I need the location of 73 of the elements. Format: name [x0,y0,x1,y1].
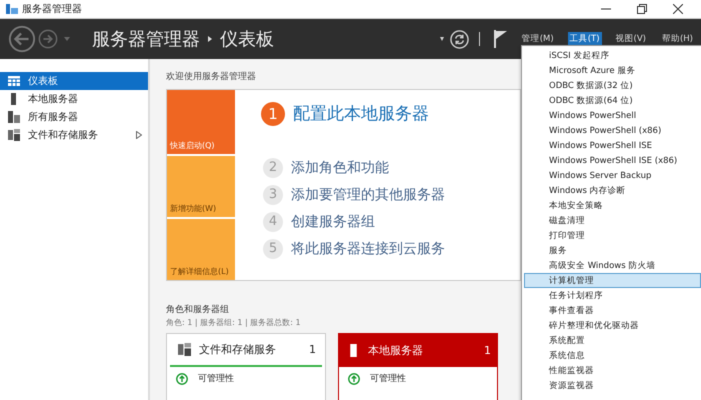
menu-item[interactable]: 工具(T) [568,32,602,46]
role-card[interactable]: 文件和存储服务 1 可管理性 [166,333,326,400]
menu-item[interactable]: 打印管理 [524,228,701,243]
step-link[interactable]: 配置此本地服务器 [293,102,429,125]
caret-icon[interactable] [440,37,444,41]
menu-item[interactable]: Windows PowerShell [524,108,701,123]
card-title: 本地服务器 [368,343,423,358]
menu-item[interactable]: 计算机管理 [524,273,701,288]
menu-item[interactable]: 系统配置 [524,333,701,348]
storage-icon [8,129,20,141]
close-icon[interactable] [673,4,683,14]
tile[interactable]: 新增功能(W) [167,156,235,217]
step-link[interactable]: 添加要管理的其他服务器 [291,186,445,204]
menu-item[interactable]: 管理(M) [520,32,556,46]
menu-item[interactable]: 任务计划程序 [524,288,701,303]
menu-item[interactable]: Windows Server Backup [524,168,701,183]
section-title: 角色和服务器组 [166,304,229,316]
menu-item[interactable]: 碎片整理和优化驱动器 [524,318,701,333]
restore-icon[interactable] [637,4,647,14]
up-arrow-icon [176,372,188,384]
card-count: 1 [484,344,491,357]
sidebar-item[interactable]: 仪表板 [0,72,148,90]
menu-item[interactable]: iSCSI 发起程序 [524,48,701,63]
grid-icon [8,76,20,86]
summary-text: 角色: 1 | 服务器组: 1 | 服务器总数: 1 [166,317,301,328]
flag-icon[interactable] [494,30,508,48]
up-arrow-icon [348,372,360,384]
section-title: 欢迎使用服务器管理器 [166,70,256,84]
step-number: 1 [261,102,285,126]
status-label: 可管理性 [198,372,234,385]
step-number: 4 [263,212,283,232]
role-card[interactable]: 本地服务器 1 可管理性 [338,333,498,400]
menu-item[interactable]: 高级安全 Windows 防火墙 [524,258,701,273]
status-label: 可管理性 [370,372,406,385]
menu-item[interactable]: ODBC 数据源(32 位) [524,78,701,93]
menu-item[interactable]: Microsoft Azure 服务 [524,63,701,78]
card-title: 文件和存储服务 [199,342,276,357]
menu-item[interactable]: Windows PowerShell (x86) [524,123,701,138]
menu-item[interactable]: 磁盘清理 [524,213,701,228]
sidebar-item[interactable]: 所有服务器 [0,108,148,126]
menu-item[interactable]: ODBC 数据源(64 位) [524,93,701,108]
breadcrumb-item: 服务器管理器 [92,28,200,51]
separator-icon [208,36,212,42]
sidebar-item[interactable]: 本地服务器 [0,90,148,108]
breadcrumb-item: 仪表板 [220,28,274,51]
menu-item[interactable]: 资源监视器 [524,378,701,393]
app-icon [6,3,18,15]
sidebar-item[interactable]: 文件和存储服务 [0,126,148,144]
storage-icon [178,343,191,356]
refresh-icon[interactable] [450,30,469,48]
step-number: 3 [263,184,283,204]
back-icon[interactable] [8,25,36,53]
step-link[interactable]: 添加角色和功能 [291,158,389,176]
servers-icon [8,111,20,123]
card-count: 1 [309,343,316,356]
expand-icon[interactable] [136,131,142,139]
tile[interactable]: 了解详细信息(L) [167,218,235,280]
step-link[interactable]: 创建服务器组 [291,212,375,230]
menu-item[interactable]: 本地安全策略 [524,198,701,213]
menu-item[interactable]: 系统信息 [524,348,701,363]
menu-item[interactable]: 服务 [524,243,701,258]
menu-item[interactable]: Windows PowerShell ISE [524,138,701,153]
step-link[interactable]: 将此服务器连接到云服务 [291,240,445,258]
window-title: 服务器管理器 [22,3,82,16]
menu-item[interactable]: 性能监视器 [524,363,701,378]
menu-item[interactable]: 事件查看器 [524,303,701,318]
forward-icon[interactable] [38,29,58,49]
menu-item[interactable]: Windows PowerShell ISE (x86) [524,153,701,168]
menu-item[interactable]: Windows 内存诊断 [524,183,701,198]
menu-item[interactable]: 视图(V) [614,32,648,46]
step-number: 2 [263,158,283,178]
menu-item[interactable]: 帮助(H) [660,32,695,46]
step-number: 5 [263,238,283,258]
